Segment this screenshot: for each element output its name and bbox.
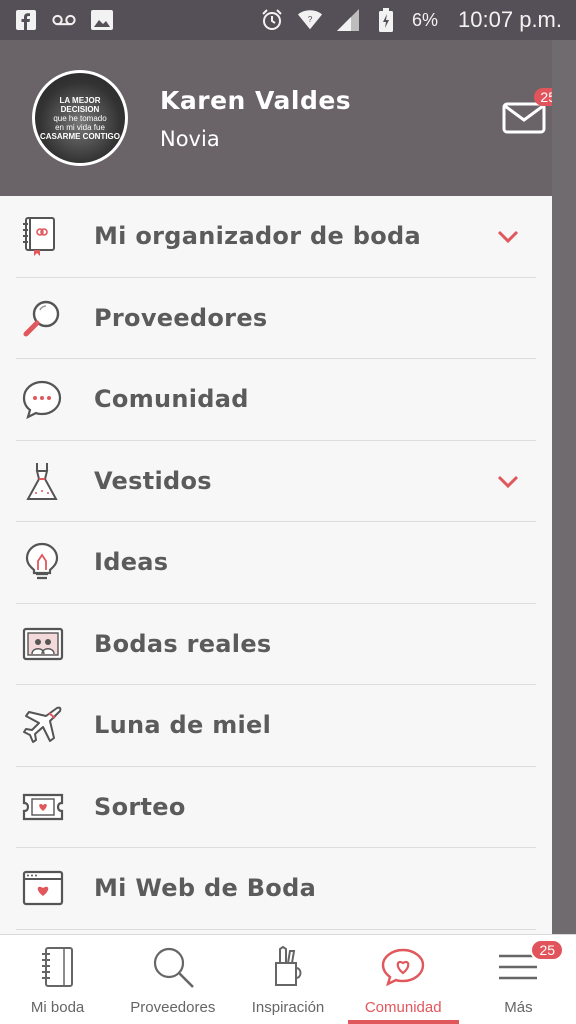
menu-item-luna-de-miel[interactable]: Luna de miel	[16, 685, 536, 767]
dress-icon	[22, 459, 78, 503]
nav-comunidad[interactable]: Comunidad	[346, 935, 461, 1024]
chat-bubble-icon	[22, 377, 78, 421]
menu-item-label: Mi organizador de boda	[94, 222, 421, 251]
nav-proveedores[interactable]: Proveedores	[115, 935, 230, 1024]
photo-album-icon	[22, 622, 78, 666]
menu-item-label: Luna de miel	[94, 711, 272, 740]
menu-item-label: Proveedores	[94, 303, 268, 332]
clock: 10:07 p.m.	[458, 7, 562, 32]
avatar-text-line: en mi vida fue	[55, 122, 105, 132]
menu-item-vestidos[interactable]: Vestidos	[16, 441, 536, 522]
airplane-icon	[22, 703, 78, 747]
nav-label: Mi boda	[30, 999, 85, 1016]
nav-label: Más	[504, 999, 533, 1016]
chevron-down-icon[interactable]	[496, 471, 520, 491]
mail-button[interactable]: 25	[502, 88, 552, 134]
avatar[interactable]: LA MEJOR DECISION que he tomado en mi vi…	[32, 70, 128, 166]
menu-item-organizador[interactable]: Mi organizador de boda	[16, 196, 536, 278]
chevron-down-icon[interactable]	[496, 226, 520, 246]
search-icon	[151, 945, 195, 989]
battery-icon	[374, 8, 398, 32]
lightbulb-icon	[22, 540, 78, 584]
wifi-icon: ?	[298, 9, 323, 31]
user-role: Novia	[160, 126, 220, 151]
facebook-icon	[14, 9, 38, 31]
menu-item-proveedores[interactable]: Proveedores	[16, 278, 536, 359]
menu-item-sorteo[interactable]: Sorteo	[16, 767, 536, 848]
drawer-menu: Mi organizador de boda Proveedores Comun…	[0, 196, 552, 930]
battery-percent: 6%	[412, 9, 439, 30]
drawer-header: LA MEJOR DECISION que he tomado en mi vi…	[0, 40, 552, 196]
nav-mi-boda[interactable]: Mi boda	[0, 935, 115, 1024]
nav-mas[interactable]: Más 25	[461, 935, 576, 1024]
organizer-icon	[22, 214, 78, 258]
alarm-icon	[260, 9, 284, 31]
avatar-text-line: que he tomado	[53, 113, 107, 123]
menu-item-bodas-reales[interactable]: Bodas reales	[16, 604, 536, 685]
menu-item-label: Ideas	[94, 548, 169, 577]
menu-item-label: Bodas reales	[94, 629, 272, 658]
ticket-icon	[22, 785, 78, 829]
image-icon	[90, 9, 114, 31]
signal-icon	[336, 9, 360, 31]
nav-label: Comunidad	[364, 999, 442, 1016]
menu-item-label: Vestidos	[94, 466, 212, 495]
nav-label: Inspiración	[251, 999, 325, 1016]
heart-chat-icon	[381, 945, 425, 989]
avatar-text-line: CASARME CONTIGO	[40, 131, 120, 141]
menu-item-label: Mi Web de Boda	[94, 874, 317, 903]
notification-badge: 25	[530, 939, 565, 961]
menu-item-comunidad[interactable]: Comunidad	[16, 359, 536, 441]
svg-text:?: ?	[308, 14, 313, 24]
voicemail-icon	[52, 9, 76, 31]
nav-inspiracion[interactable]: Inspiración	[230, 935, 345, 1024]
status-bar: ? 6% 10:07 p.m.	[0, 0, 576, 40]
user-name: Karen Valdes	[160, 85, 352, 115]
pencil-cup-icon	[266, 945, 310, 989]
notebook-icon	[36, 945, 80, 989]
bottom-navigation: Mi boda Proveedores Inspiración Comunida…	[0, 934, 576, 1024]
avatar-text-line: DECISION	[60, 104, 100, 114]
web-page-icon	[22, 866, 78, 910]
navigation-drawer: LA MEJOR DECISION que he tomado en mi vi…	[0, 40, 552, 934]
avatar-text-line: LA MEJOR	[59, 95, 101, 105]
menu-item-ideas[interactable]: Ideas	[16, 522, 536, 604]
user-info[interactable]: Karen Valdes Novia	[160, 86, 351, 151]
menu-item-label: Sorteo	[94, 792, 186, 821]
mail-badge: 25	[534, 88, 552, 106]
menu-item-label: Comunidad	[94, 385, 249, 414]
nav-label: Proveedores	[130, 999, 216, 1016]
magnifier-icon	[22, 296, 78, 340]
menu-item-mi-web-de-boda[interactable]: Mi Web de Boda	[16, 848, 536, 930]
